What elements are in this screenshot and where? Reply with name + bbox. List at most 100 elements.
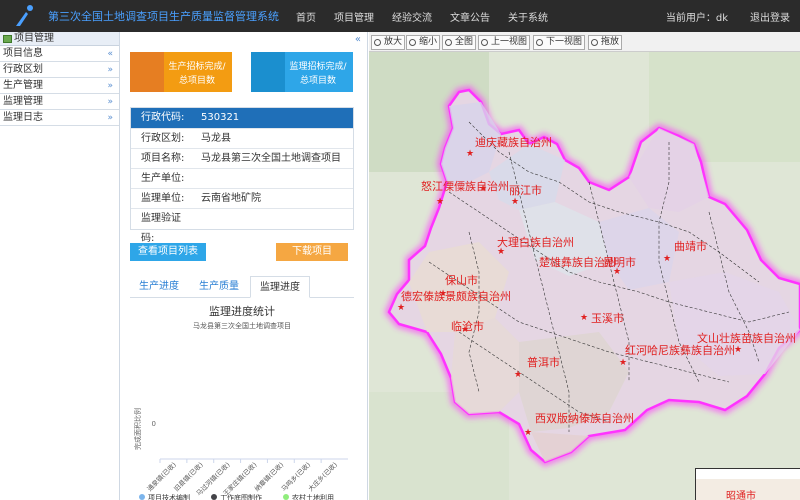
supervisor-value: 云南省地矿院 [201, 193, 261, 204]
sidebar-item-production[interactable]: 生产管理 » [0, 78, 119, 94]
sidebar-item-supervision[interactable]: 监理管理 » [0, 94, 119, 110]
sidebar-item-project-info[interactable]: 项目信息 « [0, 46, 119, 62]
name-value: 马龙县第三次全国土地调查项目 [201, 153, 341, 164]
code-value: 530321 [201, 112, 240, 123]
seat-star: ★ [619, 358, 627, 368]
tab-production-quality[interactable]: 生产质量 [190, 276, 248, 298]
sidebar-item-label: 行政区划 [3, 64, 43, 75]
zoom-in-label: 放大 [384, 37, 403, 47]
chevron-down-icon: » [107, 97, 113, 107]
collapse-icon[interactable]: « [355, 34, 361, 45]
progress-tabs: 生产进度 生产质量 监理进度 [130, 272, 354, 298]
pan-label: 拖放 [601, 37, 620, 47]
arrow-left-icon [481, 39, 488, 46]
table-icon [3, 35, 12, 43]
legend-label: 农村土地利用 [292, 493, 334, 500]
region-label: 行政区划: [141, 133, 185, 144]
supervision-card-label: 监理招标完成/总项目数 [289, 62, 347, 86]
sidebar-item-region[interactable]: 行政区划 » [0, 62, 119, 78]
chevron-down-icon: » [107, 65, 113, 75]
supervision-card-icon [251, 52, 285, 92]
label-wenshan: 文山壮族苗族自治州 [697, 331, 796, 345]
full-extent-label: 全图 [455, 37, 474, 47]
info-row-code: 行政代码: 530321 [131, 108, 353, 129]
label-lincang: 临沧市 [451, 319, 484, 333]
download-project-button[interactable]: 下载项目 [276, 243, 348, 261]
x-tick-label: 大庄乡(已收) [306, 460, 339, 493]
info-row-supervisor: 监理单位: 云南省地矿院 [131, 189, 353, 209]
label-baoshan: 保山市 [445, 273, 478, 287]
tab-supervision-progress[interactable]: 监理进度 [250, 276, 310, 298]
supervisor-label: 监理单位: [141, 193, 185, 204]
seat-star: ★ [514, 370, 522, 380]
chevron-down-icon: » [107, 81, 113, 91]
seat-star: ★ [663, 254, 671, 264]
map-canvas[interactable]: ★ ★ ★ ★ ★ ★ ★ ★ ★ ★ ★ ★ ★ ★ ★ 迪庆藏族自治州 怒江… [369, 32, 800, 500]
legend-label: 工作底图制作 [220, 493, 262, 500]
next-view-button[interactable]: 下一视图 [533, 35, 586, 50]
sidebar-header-label: 项目管理 [14, 33, 54, 44]
y-tick-label: 0 [152, 420, 156, 428]
sidebar-item-log[interactable]: 监理日志 » [0, 110, 119, 126]
sidebar-item-label: 监理日志 [3, 112, 43, 123]
nav-experience[interactable]: 经验交流 [392, 9, 432, 24]
tab-production-progress[interactable]: 生产进度 [130, 276, 188, 298]
view-project-list-button[interactable]: 查看项目列表 [130, 243, 206, 261]
current-user: 当前用户：dk [665, 13, 728, 24]
map-toolbar: 放大 缩小 全图 上一视图 下一视图 拖放 [369, 32, 800, 52]
map-inset: 昭通市 [695, 468, 800, 500]
zoom-out-icon [409, 39, 416, 46]
nav-about[interactable]: 关于系统 [508, 9, 548, 24]
inset-svg: 昭通市 [696, 469, 800, 500]
chevron-up-icon: « [107, 49, 113, 59]
info-row-region: 行政区划: 马龙县 [131, 129, 353, 149]
sidebar: 项目管理 项目信息 « 行政区划 » 生产管理 » 监理管理 » 监理日志 » [0, 32, 120, 500]
project-info-table: 行政代码: 530321 行政区划: 马龙县 项目名称: 马龙县第三次全国土地调… [130, 107, 354, 244]
top-bar: 第三次全国土地调查项目生产质量监督管理系统 首页 项目管理 经验交流 文章公告 … [0, 0, 800, 32]
pan-button[interactable]: 拖放 [588, 35, 623, 50]
producer-value [193, 169, 353, 188]
label-diqing: 迪庆藏族自治州 [475, 135, 552, 149]
label-zhaotong: 昭通市 [726, 489, 756, 500]
seat-star: ★ [524, 428, 532, 438]
name-label: 项目名称: [141, 153, 185, 164]
seat-star: ★ [580, 313, 588, 323]
code-label: 行政代码: [141, 112, 185, 123]
label-kunming: 昆明市 [603, 255, 636, 269]
seat-star: ★ [511, 197, 519, 207]
sidebar-item-label: 生产管理 [3, 80, 43, 91]
cert-label: 监理验证码: [141, 213, 181, 244]
next-view-label: 下一视图 [546, 37, 583, 47]
previous-view-button[interactable]: 上一视图 [478, 35, 531, 50]
label-xishuangbanna: 西双版纳傣族自治州 [535, 411, 634, 425]
zoom-in-icon [374, 39, 381, 46]
globe-icon [445, 39, 452, 46]
nav-home[interactable]: 首页 [296, 9, 316, 24]
cert-value [193, 209, 353, 229]
logout-link[interactable]: 退出登录 [750, 9, 790, 24]
label-dali: 大理白族自治州 [497, 235, 574, 249]
production-card-label: 生产招标完成/总项目数 [168, 62, 226, 86]
zoom-out-button[interactable]: 缩小 [406, 35, 441, 50]
seat-star: ★ [466, 149, 474, 159]
legend-marker [139, 494, 145, 500]
nav-project-management[interactable]: 项目管理 [334, 9, 374, 24]
label-yuxi: 玉溪市 [591, 311, 624, 325]
legend-marker [283, 494, 289, 500]
label-honghe: 红河哈尼族彝族自治州 [625, 343, 735, 357]
full-extent-button[interactable]: 全图 [442, 35, 477, 50]
app-title: 第三次全国土地调查项目生产质量监督管理系统 [48, 10, 279, 23]
producer-label: 生产单位: [141, 173, 185, 184]
label-puer: 普洱市 [527, 355, 560, 369]
supervision-bid-card: 监理招标完成/总项目数 [251, 52, 353, 92]
logo-icon [16, 5, 33, 26]
nav-announcements[interactable]: 文章公告 [450, 9, 490, 24]
zoom-in-button[interactable]: 放大 [371, 35, 406, 50]
map-panel[interactable]: ★ ★ ★ ★ ★ ★ ★ ★ ★ ★ ★ ★ ★ ★ ★ 迪庆藏族自治州 怒江… [369, 32, 800, 500]
sidebar-item-label: 监理管理 [3, 96, 43, 107]
zoom-out-label: 缩小 [419, 37, 438, 47]
seat-star: ★ [397, 303, 405, 313]
info-row-name: 项目名称: 马龙县第三次全国土地调查项目 [131, 149, 353, 169]
label-nujiang: 怒江傈僳族自治州 [421, 179, 509, 193]
chevron-down-icon: » [107, 113, 113, 123]
